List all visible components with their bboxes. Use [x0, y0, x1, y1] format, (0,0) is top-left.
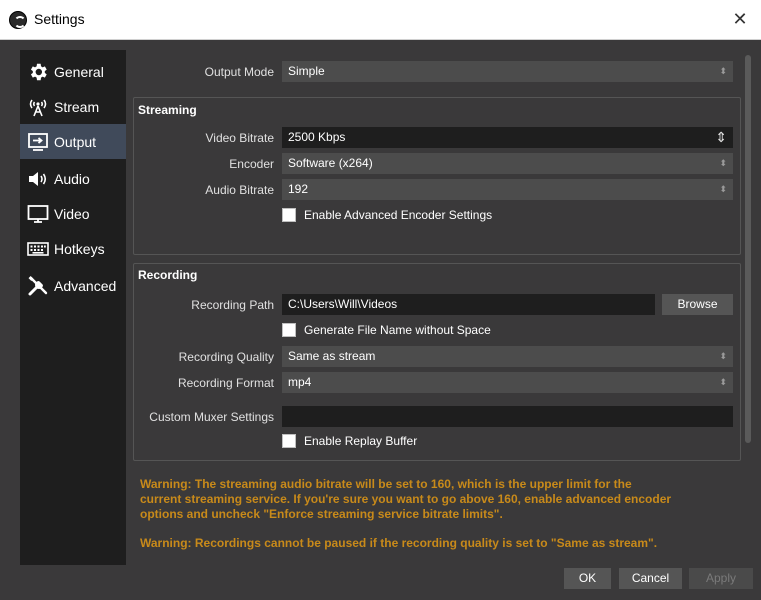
- recording-format-label: Recording Format: [177, 376, 274, 390]
- output-icon: [26, 130, 50, 154]
- advanced-encoder-label: Enable Advanced Encoder Settings: [304, 208, 493, 222]
- audio-bitrate-label: Audio Bitrate: [205, 183, 274, 197]
- sidebar-item-video[interactable]: Video: [20, 196, 126, 231]
- sidebar-item-label: General: [54, 63, 104, 80]
- replay-buffer-checkbox[interactable]: [282, 434, 296, 448]
- recording-quality-value: Same as stream: [288, 349, 376, 363]
- video-bitrate-spinbox[interactable]: 2500 Kbps ⇕: [282, 127, 733, 148]
- streaming-group: [133, 97, 741, 255]
- bitrate-warning: Warning: The streaming audio bitrate wil…: [140, 477, 740, 522]
- no-space-checkbox[interactable]: [282, 323, 296, 337]
- apply-button[interactable]: Apply: [689, 568, 753, 589]
- tools-icon: [26, 274, 50, 298]
- settings-sidebar: General Stream Output Audio Video Hotkey…: [20, 50, 126, 565]
- close-icon[interactable]: ✕: [729, 9, 751, 31]
- sidebar-item-advanced[interactable]: Advanced: [20, 268, 126, 303]
- speaker-icon: [26, 167, 50, 191]
- bitrate-warning-line-1: Warning: The streaming audio bitrate wil…: [140, 477, 632, 491]
- streaming-group-title: Streaming: [138, 103, 197, 117]
- sidebar-item-label: Advanced: [54, 277, 117, 294]
- output-mode-select[interactable]: Simple ⬍: [282, 61, 733, 82]
- advanced-encoder-checkbox[interactable]: [282, 208, 296, 222]
- sidebar-item-output[interactable]: Output: [20, 124, 126, 159]
- cancel-button[interactable]: Cancel: [619, 568, 682, 589]
- chevron-updown-icon: ⬍: [719, 158, 727, 168]
- monitor-icon: [26, 202, 50, 226]
- chevron-updown-icon: ⬍: [719, 351, 727, 361]
- sidebar-item-general[interactable]: General: [20, 54, 126, 89]
- recording-quality-select[interactable]: Same as stream ⬍: [282, 346, 733, 367]
- chevron-updown-icon: ⬍: [719, 184, 727, 194]
- video-bitrate-label: Video Bitrate: [205, 131, 275, 145]
- encoder-label: Encoder: [229, 157, 274, 171]
- bitrate-warning-line-3: options and uncheck "Enforce streaming s…: [140, 507, 503, 521]
- recording-group-title: Recording: [138, 268, 198, 282]
- muxer-settings-input[interactable]: [282, 406, 733, 427]
- chevron-updown-icon: ⬍: [719, 377, 727, 387]
- sidebar-item-audio[interactable]: Audio: [20, 161, 126, 196]
- chevron-updown-icon: ⬍: [719, 66, 727, 76]
- encoder-value: Software (x264): [288, 156, 373, 170]
- obs-logo-icon: [9, 11, 27, 29]
- title-bar: Settings ✕: [0, 0, 761, 40]
- sidebar-item-label: Video: [54, 205, 90, 222]
- advanced-encoder-checkbox-row[interactable]: Enable Advanced Encoder Settings: [282, 208, 492, 222]
- audio-bitrate-value: 192: [288, 182, 309, 196]
- window-title: Settings: [34, 11, 85, 27]
- keyboard-icon: [26, 237, 50, 261]
- encoder-select[interactable]: Software (x264) ⬍: [282, 153, 733, 174]
- recording-path-input[interactable]: C:\Users\Will\Videos: [282, 294, 655, 315]
- sidebar-item-hotkeys[interactable]: Hotkeys: [20, 231, 126, 266]
- browse-button[interactable]: Browse: [662, 294, 733, 315]
- recording-format-select[interactable]: mp4 ⬍: [282, 372, 733, 393]
- output-mode-value: Simple: [288, 64, 325, 78]
- spinner-arrows-icon[interactable]: ⇕: [715, 127, 727, 148]
- muxer-settings-label: Custom Muxer Settings: [149, 410, 274, 424]
- ok-button[interactable]: OK: [564, 568, 611, 589]
- recording-path-value: C:\Users\Will\Videos: [288, 297, 398, 311]
- sidebar-item-stream[interactable]: Stream: [20, 89, 126, 124]
- bitrate-warning-line-2: current streaming service. If you're sur…: [140, 492, 672, 506]
- replay-buffer-checkbox-row[interactable]: Enable Replay Buffer: [282, 434, 417, 448]
- no-space-label: Generate File Name without Space: [304, 323, 491, 337]
- sidebar-item-label: Output: [54, 133, 97, 150]
- no-space-checkbox-row[interactable]: Generate File Name without Space: [282, 323, 491, 337]
- broadcast-icon: [26, 95, 50, 119]
- settings-scrollbar[interactable]: [745, 55, 751, 443]
- recording-path-label: Recording Path: [191, 298, 274, 312]
- recording-quality-label: Recording Quality: [178, 350, 274, 364]
- recording-format-value: mp4: [288, 375, 312, 389]
- sidebar-item-label: Hotkeys: [54, 240, 105, 257]
- sidebar-item-label: Audio: [54, 170, 90, 187]
- output-mode-label: Output Mode: [204, 65, 274, 79]
- video-bitrate-value: 2500 Kbps: [288, 130, 346, 144]
- audio-bitrate-select[interactable]: 192 ⬍: [282, 179, 733, 200]
- replay-buffer-label: Enable Replay Buffer: [304, 434, 418, 448]
- recording-warning: Warning: Recordings cannot be paused if …: [140, 536, 658, 550]
- sidebar-item-label: Stream: [54, 98, 100, 115]
- gear-icon: [26, 60, 50, 84]
